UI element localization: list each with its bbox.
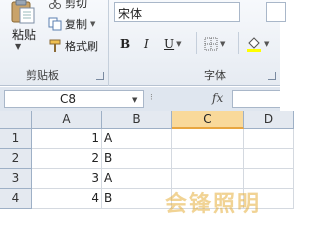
paste-icon <box>11 0 35 24</box>
cell-a4[interactable]: 4 <box>32 189 102 209</box>
font-group-label: 字体 <box>204 69 226 82</box>
paste-label: 粘贴 <box>12 28 37 42</box>
paste-button[interactable]: 粘贴 ▼ <box>2 0 44 62</box>
cell-d2[interactable] <box>244 149 294 169</box>
row-header[interactable]: 2 <box>0 149 32 169</box>
cell-a3[interactable]: 3 <box>32 169 102 189</box>
borders-icon <box>204 37 218 51</box>
resize-handle-icon[interactable]: ⁝ <box>150 93 153 103</box>
format-painter-label: 格式刷 <box>65 40 98 53</box>
clipboard-group-label: 剪贴板 <box>26 69 59 82</box>
chevron-down-icon[interactable]: ▼ <box>220 40 225 48</box>
cell-c2[interactable] <box>172 149 244 169</box>
cut-label: 剪切 <box>65 0 87 10</box>
cell-c1[interactable] <box>172 129 244 149</box>
borders-button[interactable]: ▼ <box>204 34 225 54</box>
paint-bucket-icon <box>247 37 261 52</box>
format-painter-button[interactable]: 格式刷 <box>48 37 98 55</box>
formula-bar: C8 ▼ ⁝ fx <box>0 87 280 111</box>
cell-b3[interactable]: A <box>102 169 172 189</box>
group-separator <box>108 0 109 86</box>
fill-color-button[interactable]: ▼ <box>246 34 269 54</box>
ribbon: 粘贴 ▼ 剪切 复制 ▼ 格式刷 剪贴板 宋体 B I U ▼ ▼ ▼ 字体 <box>0 0 286 86</box>
copy-icon <box>48 17 62 31</box>
font-size-select[interactable] <box>266 2 286 22</box>
italic-label: I <box>144 37 149 51</box>
cell-a2[interactable]: 2 <box>32 149 102 169</box>
bold-button[interactable]: B <box>120 34 130 54</box>
italic-button[interactable]: I <box>144 34 149 54</box>
cell-b4[interactable]: B <box>102 189 172 209</box>
row-header[interactable]: 3 <box>0 169 32 189</box>
cell-a1[interactable]: 1 <box>32 129 102 149</box>
font-name-value: 宋体 <box>118 7 143 21</box>
cut-button[interactable]: 剪切 <box>48 0 87 12</box>
column-header-c[interactable]: C <box>172 111 244 129</box>
chevron-down-icon[interactable]: ▼ <box>15 42 21 51</box>
column-header-d[interactable]: D <box>244 111 294 129</box>
chevron-down-icon[interactable]: ▼ <box>176 40 181 48</box>
paintbrush-icon <box>49 39 61 52</box>
copy-button[interactable]: 复制 ▼ <box>48 15 95 33</box>
cell-b2[interactable]: B <box>102 149 172 169</box>
bold-label: B <box>120 37 131 51</box>
font-dialog-launcher[interactable] <box>268 72 276 80</box>
row-header[interactable]: 4 <box>0 189 32 209</box>
column-header-b[interactable]: B <box>102 111 172 129</box>
scissors-icon <box>49 0 61 9</box>
formula-input[interactable] <box>232 90 280 108</box>
chevron-down-icon[interactable]: ▼ <box>264 40 269 48</box>
copy-label: 复制 <box>65 18 87 31</box>
name-box[interactable]: C8 <box>4 90 144 108</box>
cell-b1[interactable]: A <box>102 129 172 149</box>
row-header[interactable]: 1 <box>0 129 32 149</box>
cell-d1[interactable] <box>244 129 294 149</box>
select-all-button[interactable] <box>0 111 32 129</box>
clipboard-dialog-launcher[interactable] <box>96 72 104 80</box>
chevron-down-icon[interactable]: ▼ <box>90 20 95 28</box>
name-box-value: C8 <box>59 92 76 106</box>
group-separator <box>196 32 197 54</box>
font-name-select[interactable]: 宋体 <box>114 2 240 22</box>
column-header-a[interactable]: A <box>32 111 102 129</box>
underline-button[interactable]: U ▼ <box>164 34 182 54</box>
group-separator <box>238 32 239 54</box>
underline-label: U <box>164 37 175 51</box>
chevron-down-icon[interactable]: ▼ <box>132 96 137 104</box>
fx-icon[interactable]: fx <box>212 91 223 105</box>
watermark: 会锋照明 <box>165 192 262 217</box>
